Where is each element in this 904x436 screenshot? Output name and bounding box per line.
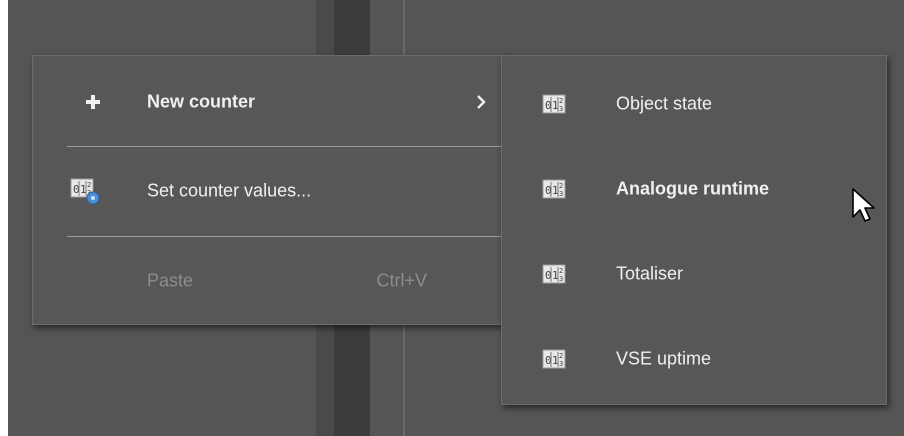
mouse-cursor-icon bbox=[852, 188, 875, 222]
svg-text:2: 2 bbox=[559, 267, 563, 275]
menu-item-new-counter[interactable]: New counter bbox=[33, 58, 511, 146]
svg-text:2: 2 bbox=[87, 181, 91, 189]
submenu-item-object-state[interactable]: 0 1 2 3 Object state bbox=[502, 60, 886, 148]
menu-item-paste[interactable]: Paste Ctrl+V bbox=[33, 237, 511, 325]
plus-icon bbox=[86, 95, 100, 109]
svg-text:2: 2 bbox=[559, 182, 563, 190]
menu-item-label: Paste bbox=[147, 270, 194, 291]
submenu-item-label: VSE uptime bbox=[616, 348, 712, 369]
submenu-item-analogue-runtime[interactable]: 0 1 2 3 Analogue runtime bbox=[502, 145, 886, 233]
counter-icon: 0 1 2 3 bbox=[542, 264, 566, 284]
counter-settings-icon: 0 1 2 3 bbox=[70, 178, 100, 205]
svg-text:3: 3 bbox=[559, 190, 563, 198]
counter-icon: 0 1 2 3 bbox=[542, 349, 566, 369]
counter-icon: 0 1 2 3 bbox=[542, 94, 566, 114]
svg-text:2: 2 bbox=[559, 97, 563, 105]
counter-icon: 0 1 2 3 bbox=[542, 179, 566, 199]
menu-item-label: Set counter values... bbox=[147, 180, 312, 201]
submenu-item-label: Object state bbox=[616, 93, 713, 114]
menu-item-label: New counter bbox=[147, 91, 256, 112]
submenu-item-label: Analogue runtime bbox=[616, 178, 770, 199]
svg-text:2: 2 bbox=[559, 352, 563, 360]
submenu-item-vse-uptime[interactable]: 0 1 2 3 VSE uptime bbox=[502, 315, 886, 403]
svg-text:3: 3 bbox=[559, 360, 563, 368]
svg-text:3: 3 bbox=[559, 275, 563, 283]
menu-item-shortcut: Ctrl+V bbox=[376, 270, 427, 291]
submenu-item-totaliser[interactable]: 0 1 2 3 Totaliser bbox=[502, 230, 886, 318]
svg-text:3: 3 bbox=[559, 105, 563, 113]
menu-item-set-counter-values[interactable]: 0 1 2 3 Set counter values... bbox=[33, 147, 511, 235]
submenu-item-label: Totaliser bbox=[616, 263, 684, 284]
chevron-right-icon bbox=[477, 95, 486, 109]
submenu-new-counter: 0 1 2 3 Object state 0 1 2 3 Analogue ru… bbox=[501, 55, 887, 405]
context-menu: New counter 0 1 2 3 Set counter values..… bbox=[32, 55, 512, 325]
